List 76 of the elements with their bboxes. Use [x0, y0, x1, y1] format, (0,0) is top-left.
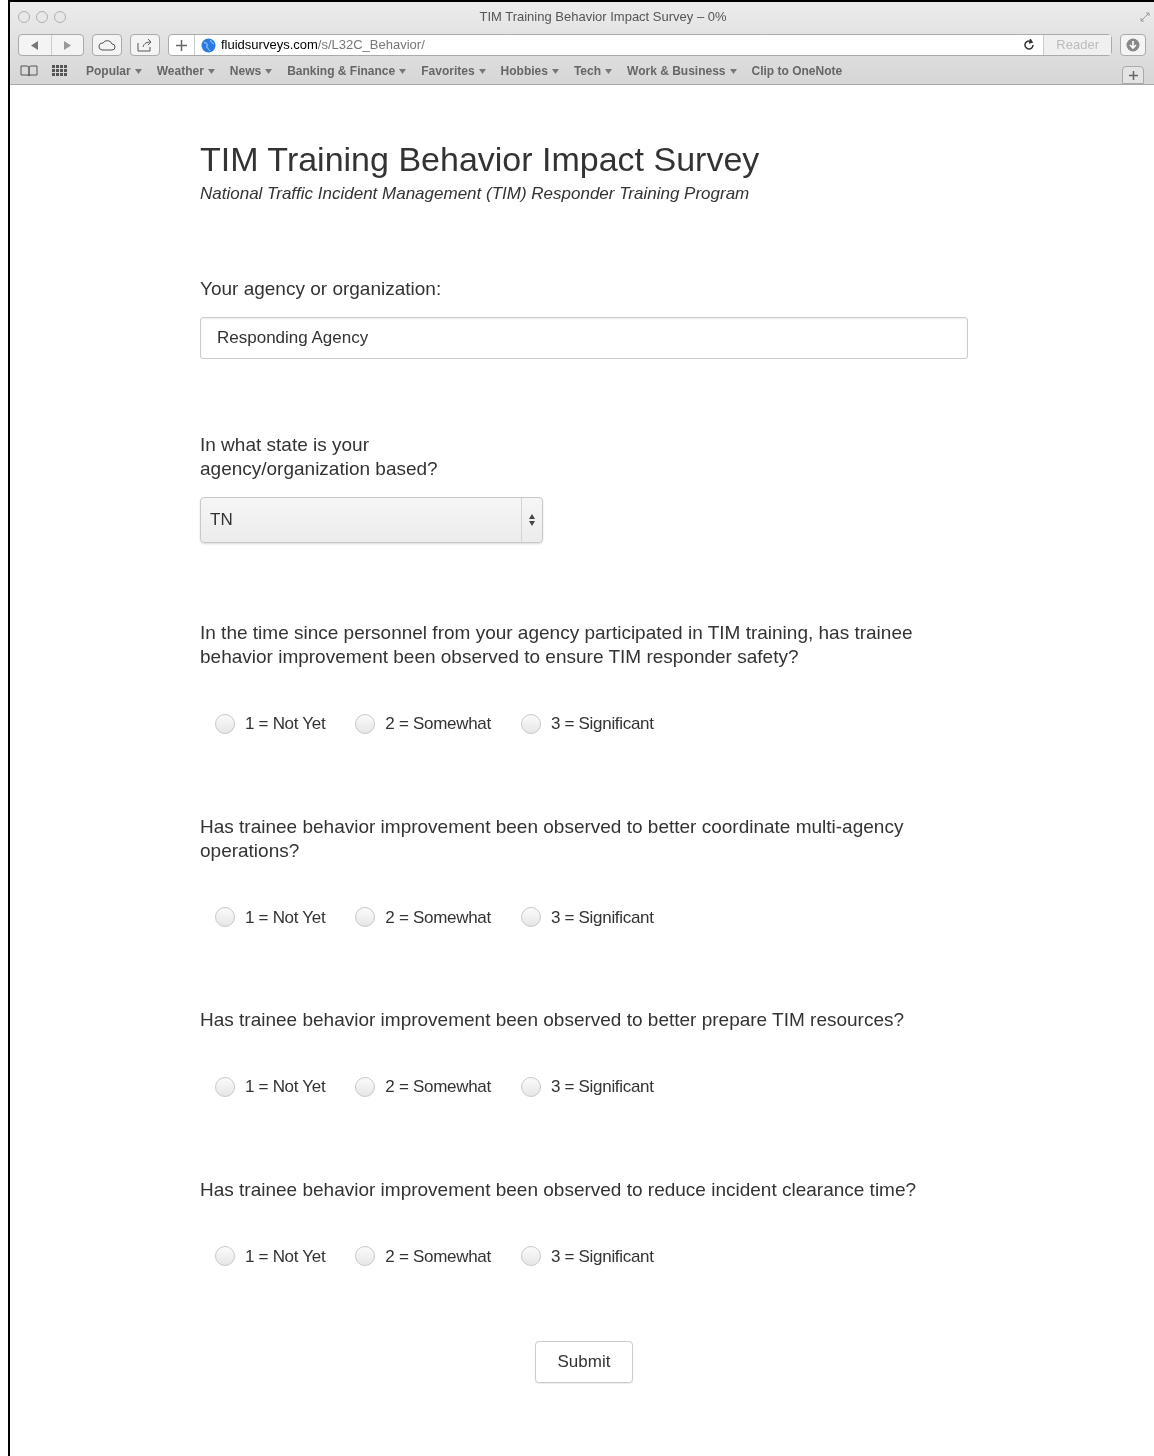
caret-icon [729, 68, 737, 74]
bookmark-item[interactable]: Popular [86, 62, 142, 80]
window-control[interactable] [36, 11, 48, 23]
new-tab-button[interactable] [1122, 66, 1144, 84]
plus-icon[interactable] [176, 39, 187, 51]
option-label: 2 = Somewhat [385, 1076, 491, 1098]
window-title: TIM Training Behavior Impact Survey – 0% [478, 8, 728, 27]
radio-button[interactable] [355, 1246, 376, 1267]
radio-button[interactable] [355, 907, 376, 928]
state-dropdown[interactable]: TN [200, 497, 543, 543]
caret-icon [551, 68, 559, 74]
option-label: 1 = Not Yet [245, 1245, 326, 1268]
question-label: Has trainee behavior improvement been observed to reduce incident clearance time? [200, 1177, 918, 1202]
bookmark-item[interactable]: Clip to OneNote [751, 62, 843, 80]
window-control[interactable] [18, 11, 30, 23]
caret-icon [605, 68, 613, 74]
window-control[interactable] [54, 11, 66, 23]
radio-button[interactable] [215, 907, 235, 928]
plus-icon [1128, 70, 1138, 80]
stepper-arrows-icon [528, 513, 536, 527]
radio-button[interactable] [215, 1076, 235, 1097]
radio-button[interactable] [355, 1076, 376, 1097]
radio-button[interactable] [215, 1246, 235, 1267]
option-label: 1 = Not Yet [245, 906, 326, 929]
cloud-icon [98, 39, 116, 51]
option-label: 2 = Somewhat [385, 906, 491, 929]
caret-icon [265, 68, 273, 74]
top-sites-grid-icon[interactable] [52, 65, 68, 77]
back-forward-buttons[interactable] [18, 34, 84, 56]
question-label: Has trainee behavior improvement been observed to better coordinate multi-agency operations? [200, 814, 905, 863]
bookmark-item[interactable]: Banking & Finance [287, 62, 407, 80]
question-label: agency/organization based? [200, 457, 439, 481]
bookmark-item[interactable]: Favorites [421, 62, 486, 80]
option-label: 1 = Not Yet [245, 1076, 326, 1098]
submit-button[interactable]: Submit [534, 1341, 634, 1383]
bookmarks-book-icon[interactable] [20, 65, 38, 77]
cloud-button[interactable] [92, 34, 122, 56]
option-label: 1 = Not Yet [245, 713, 326, 735]
caret-icon [207, 68, 215, 74]
bookmark-item[interactable]: Work & Business [627, 62, 737, 80]
radio-button[interactable] [520, 1246, 541, 1267]
bookmark-item[interactable]: Tech [573, 62, 613, 80]
bookmark-item[interactable]: News [229, 62, 273, 80]
bookmark-item[interactable]: Hobbies [500, 62, 559, 80]
download-icon [1126, 38, 1140, 52]
share-icon [137, 38, 153, 52]
radio-button[interactable] [520, 1076, 541, 1097]
fullscreen-icon[interactable] [1140, 12, 1150, 22]
option-label: 2 = Somewhat [385, 713, 491, 735]
caret-icon [134, 68, 142, 74]
question-label: Has trainee behavior improvement been observed to better prepare TIM resources? [200, 1008, 906, 1032]
back-icon[interactable] [30, 40, 39, 50]
question-label: In the time since personnel from your agency participated in TIM training, has trainee behavior improvement been observed to ensure TIM responder safety? [200, 621, 914, 669]
caret-icon [399, 68, 407, 74]
survey-subtitle: National Traffic Incident Management (TIM) Responder Training Program [200, 183, 751, 205]
radio-button[interactable] [355, 713, 376, 734]
option-label: 3 = Significant [550, 1076, 654, 1098]
downloads-button[interactable] [1120, 34, 1146, 56]
share-button[interactable] [130, 34, 160, 56]
option-label: 3 = Significant [550, 1245, 654, 1268]
question-label: In what state is your [200, 433, 370, 457]
option-label: 3 = Significant [550, 713, 654, 735]
url-text: fluidsurveys.com/s/L32C_Behavior/ [221, 36, 426, 55]
bookmark-item[interactable]: Weather [156, 62, 215, 80]
question-label: Your agency or organization: [200, 276, 443, 301]
radio-button[interactable] [520, 907, 541, 928]
radio-button[interactable] [520, 713, 541, 734]
radio-button[interactable] [215, 713, 235, 734]
caret-icon [478, 68, 486, 74]
option-label: 2 = Somewhat [385, 1245, 491, 1268]
text-field[interactable]: Responding Agency [200, 317, 968, 359]
reload-icon[interactable] [1023, 39, 1036, 51]
globe-icon [201, 37, 216, 53]
survey-title: TIM Training Behavior Impact Survey [200, 139, 761, 179]
forward-icon[interactable] [63, 40, 72, 50]
option-label: 3 = Significant [550, 906, 654, 929]
